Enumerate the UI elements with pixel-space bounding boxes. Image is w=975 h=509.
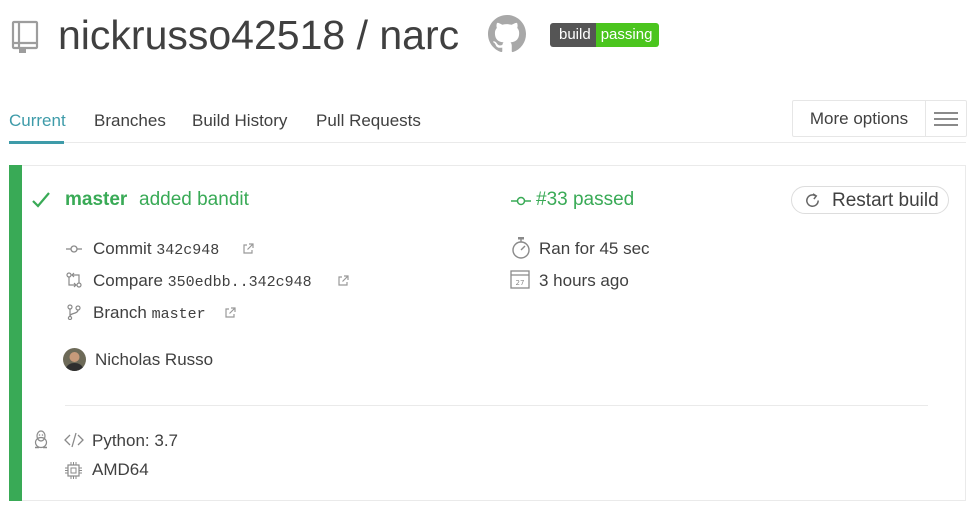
build-number-status[interactable]: #33 passed xyxy=(536,188,634,212)
commit-message: added bandit xyxy=(139,189,249,210)
compare-icon xyxy=(66,272,82,288)
stopwatch-icon xyxy=(510,236,532,260)
commit-label: Commit xyxy=(93,239,152,258)
external-link-icon[interactable] xyxy=(242,242,254,254)
active-tab-indicator xyxy=(9,141,64,144)
job-arch: AMD64 xyxy=(92,460,149,479)
compare-label: Compare xyxy=(93,271,163,290)
branch-icon xyxy=(66,304,82,320)
commit-row[interactable]: Commit 342c948 xyxy=(93,239,219,261)
branch-label: Branch xyxy=(93,303,147,322)
more-options-menu[interactable]: More options xyxy=(792,100,967,137)
tab-branches[interactable]: Branches xyxy=(94,111,166,131)
author-name[interactable]: Nicholas Russo xyxy=(95,350,213,370)
build-duration: Ran for 45 sec xyxy=(539,239,650,258)
card-divider xyxy=(65,405,928,406)
more-options-button[interactable]: More options xyxy=(793,101,926,136)
branch-link[interactable]: master xyxy=(65,188,127,212)
repo-icon xyxy=(10,20,40,54)
branch-value[interactable]: master xyxy=(152,306,206,323)
avatar xyxy=(63,348,86,371)
restart-build-label: Restart build xyxy=(832,190,939,211)
code-icon xyxy=(64,432,84,448)
build-status-badge[interactable]: build passing xyxy=(550,23,660,47)
tab-current[interactable]: Current xyxy=(9,111,66,131)
build-status-bar xyxy=(9,165,22,501)
calendar-day: 27 xyxy=(516,279,525,287)
compare-row[interactable]: Compare 350edbb..342c948 xyxy=(93,271,312,293)
job-language: Python: 3.7 xyxy=(92,431,179,450)
check-icon xyxy=(32,191,50,209)
commit-icon xyxy=(66,241,82,257)
badge-status: passing xyxy=(595,23,660,47)
tab-pull-requests[interactable]: Pull Requests xyxy=(316,111,421,131)
external-link-icon[interactable] xyxy=(337,274,349,286)
restart-icon xyxy=(804,192,821,209)
compare-range[interactable]: 350edbb..342c948 xyxy=(168,274,312,291)
badge-label: build xyxy=(550,23,596,47)
calendar-icon: 27 xyxy=(510,269,530,289)
commit-icon xyxy=(511,194,531,208)
external-link-icon[interactable] xyxy=(224,306,236,318)
linux-icon xyxy=(33,430,49,449)
branch-row[interactable]: Branch master xyxy=(93,303,206,325)
repo-title[interactable]: nickrusso42518 / narc xyxy=(58,8,459,62)
restart-build-button[interactable]: Restart build xyxy=(791,186,949,214)
build-finished-time: 3 hours ago xyxy=(539,271,629,290)
tab-build-history[interactable]: Build History xyxy=(192,111,287,131)
commit-sha[interactable]: 342c948 xyxy=(156,242,219,259)
cpu-icon xyxy=(65,462,82,479)
github-icon[interactable] xyxy=(488,15,526,53)
menu-icon[interactable] xyxy=(926,101,966,136)
tabs-divider xyxy=(9,142,966,143)
